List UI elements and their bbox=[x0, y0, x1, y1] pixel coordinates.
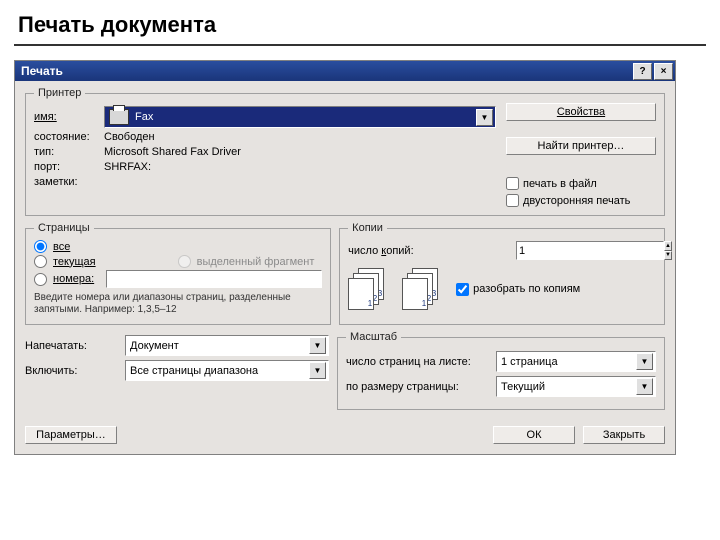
copies-spinner[interactable]: ▲▼ bbox=[516, 241, 656, 260]
printer-name-value: Fax bbox=[135, 111, 153, 123]
radio-selection bbox=[178, 255, 191, 268]
page-range-hint: Введите номера или диапазоны страниц, ра… bbox=[34, 292, 322, 316]
page-range-input[interactable] bbox=[106, 270, 322, 288]
print-what-label: Напечатать: bbox=[25, 340, 125, 352]
copies-count-label: число копий: bbox=[348, 245, 516, 257]
radio-all-label: все bbox=[53, 241, 70, 253]
notes-label: заметки: bbox=[34, 176, 104, 188]
pages-legend: Страницы bbox=[34, 222, 94, 234]
slide-title: Печать документа bbox=[18, 12, 706, 38]
printer-group: Принтер имя: Fax ▼ состояние:Свободен ти… bbox=[25, 87, 665, 216]
chevron-down-icon[interactable]: ▼ bbox=[309, 362, 326, 379]
spin-down-icon[interactable]: ▼ bbox=[664, 251, 672, 261]
printer-legend: Принтер bbox=[34, 87, 85, 99]
collate-checkbox[interactable]: разобрать по копиям bbox=[456, 283, 580, 296]
options-button[interactable]: Параметры… bbox=[25, 426, 117, 444]
printer-name-combo[interactable]: Fax ▼ bbox=[104, 106, 496, 128]
cancel-button[interactable]: Закрыть bbox=[583, 426, 665, 444]
scale-group: Масштаб число страниц на листе: 1 страни… bbox=[337, 331, 665, 410]
copies-legend: Копии bbox=[348, 222, 387, 234]
chevron-down-icon[interactable]: ▼ bbox=[636, 378, 653, 395]
fit-label: по размеру страницы: bbox=[346, 381, 496, 393]
type-value: Microsoft Shared Fax Driver bbox=[104, 146, 241, 158]
title-rule bbox=[14, 44, 706, 46]
titlebar: Печать ? × bbox=[15, 61, 675, 81]
port-value: SHRFAX: bbox=[104, 161, 151, 173]
radio-numbers[interactable] bbox=[34, 273, 47, 286]
close-button[interactable]: × bbox=[654, 63, 673, 80]
radio-numbers-label: номера: bbox=[53, 273, 94, 285]
print-what-select[interactable]: Документ▼ bbox=[125, 335, 329, 356]
port-label: порт: bbox=[34, 161, 104, 173]
duplex-checkbox[interactable]: двусторонняя печать bbox=[506, 194, 656, 207]
radio-current-label: текущая bbox=[53, 256, 96, 268]
chevron-down-icon[interactable]: ▼ bbox=[636, 353, 653, 370]
copies-input[interactable] bbox=[516, 241, 664, 260]
state-label: состояние: bbox=[34, 131, 104, 143]
print-dialog: Печать ? × Принтер имя: Fax ▼ состо bbox=[14, 60, 676, 455]
state-value: Свободен bbox=[104, 131, 155, 143]
fit-select[interactable]: Текущий▼ bbox=[496, 376, 656, 397]
chevron-down-icon[interactable]: ▼ bbox=[309, 337, 326, 354]
radio-all[interactable] bbox=[34, 240, 47, 253]
find-printer-button[interactable]: Найти принтер… bbox=[506, 137, 656, 155]
radio-current[interactable] bbox=[34, 255, 47, 268]
printer-name-label: имя: bbox=[34, 111, 104, 123]
print-to-file-checkbox[interactable]: печать в файл bbox=[506, 177, 656, 190]
dialog-title: Печать bbox=[21, 64, 63, 78]
scale-legend: Масштаб bbox=[346, 331, 401, 343]
pages-per-sheet-label: число страниц на листе: bbox=[346, 356, 496, 368]
copies-group: Копии число копий: ▲▼ 3 2 1 3 bbox=[339, 222, 665, 325]
ok-button[interactable]: ОК bbox=[493, 426, 575, 444]
type-label: тип: bbox=[34, 146, 104, 158]
collate-preview-1: 3 2 1 bbox=[348, 268, 382, 310]
include-label: Включить: bbox=[25, 365, 125, 377]
chevron-down-icon[interactable]: ▼ bbox=[476, 109, 493, 126]
properties-button[interactable]: Свойства bbox=[506, 103, 656, 121]
help-button[interactable]: ? bbox=[633, 63, 652, 80]
radio-selection-label: выделенный фрагмент bbox=[197, 256, 315, 268]
spin-up-icon[interactable]: ▲ bbox=[664, 241, 672, 251]
include-select[interactable]: Все страницы диапазона▼ bbox=[125, 360, 329, 381]
pages-per-sheet-select[interactable]: 1 страница▼ bbox=[496, 351, 656, 372]
collate-preview-2: 3 2 1 bbox=[402, 268, 436, 310]
printer-icon bbox=[109, 109, 129, 125]
pages-group: Страницы все текущая выделенный фрагмент… bbox=[25, 222, 331, 325]
